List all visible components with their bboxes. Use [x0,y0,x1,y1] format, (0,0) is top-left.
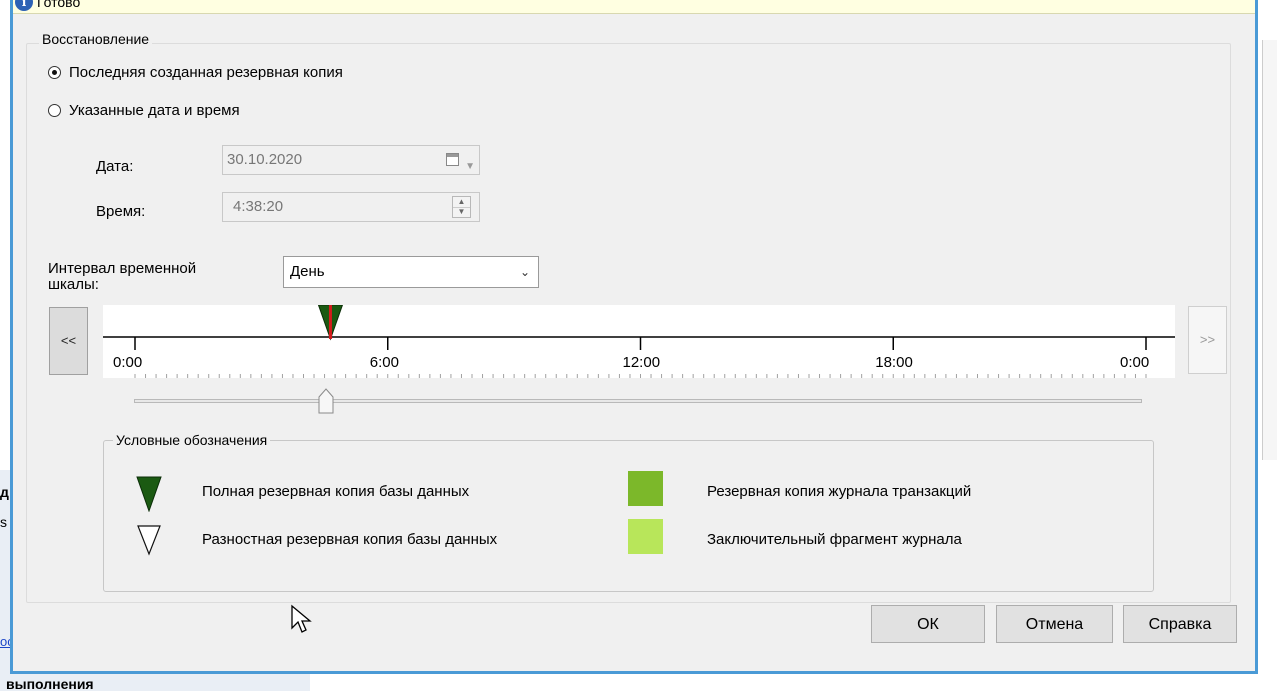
timeline-prev-button[interactable]: << [49,307,88,375]
timeline-tick-label: 12:00 [622,354,661,371]
tail-log-swatch [628,519,663,554]
restore-group-title: Восстановление [39,30,153,48]
timeline-tick-label: 0:00 [1120,354,1150,371]
legend-group: Условные обозначения [103,431,1154,592]
date-picker[interactable]: 30.10.2020 ▼ [222,145,480,175]
legend-diff-backup: Разностная резервная копия базы данных [202,531,498,548]
legend-title: Условные обозначения [113,431,271,449]
radio-latest-label: Последняя созданная резервная копия [69,64,343,81]
timeline-tick-label: 0:00 [113,354,143,371]
interval-select-value: День [290,263,325,280]
chevron-down-icon[interactable]: ▼ [465,153,475,181]
interval-label-line2: шкалы: [48,276,99,293]
full-backup-icon [136,476,162,512]
ok-button[interactable]: ОК [871,605,985,643]
time-spinner[interactable]: 4:38:20 ▲ ▼ [222,192,480,222]
timeline-next-button[interactable]: >> [1188,306,1227,374]
diff-backup-icon [137,525,161,556]
spin-down-icon[interactable]: ▼ [453,207,470,217]
status-bar: i Готово [13,0,1255,14]
time-value: 4:38:20 [233,198,284,215]
interval-label-line1: Интервал временной [48,260,197,277]
date-label: Дата: [96,158,134,175]
info-icon: i [15,0,33,11]
help-button[interactable]: Справка [1123,605,1237,643]
time-spin-buttons[interactable]: ▲ ▼ [452,196,471,218]
status-text: Готово [37,0,81,10]
radio-latest-backup[interactable]: Последняя созданная резервная копия [48,64,343,81]
time-label: Время: [96,203,146,220]
legend-log-backup: Резервная копия журнала транзакций [707,483,972,500]
timeline-slider-thumb[interactable] [318,388,334,414]
chevron-down-icon: ⌄ [519,265,530,279]
background-item: д [0,484,9,500]
radio-specific-datetime[interactable]: Указанные дата и время [48,102,240,119]
log-backup-swatch [628,471,663,506]
mouse-cursor-icon [291,604,312,633]
radio-specific-label: Указанные дата и время [69,102,240,119]
calendar-icon[interactable] [446,153,459,166]
background-scrollbar [1262,40,1277,460]
background-item: выполнения [6,676,94,692]
interval-label: Интервал временной шкалы: [48,261,196,293]
cancel-button[interactable]: Отмена [996,605,1113,643]
background-item: s [0,514,7,530]
timeline-slider-track[interactable] [134,399,1142,403]
interval-select[interactable]: День ⌄ [283,256,539,288]
radio-specific-indicator[interactable] [48,104,61,117]
date-value: 30.10.2020 [227,151,303,168]
legend-full-backup: Полная резервная копия базы данных [202,483,470,500]
legend-tail-log: Заключительный фрагмент журнала [707,531,962,548]
timeline-tick-label: 18:00 [875,354,913,371]
radio-latest-indicator[interactable] [48,66,61,79]
timeline-tick-label: 6:00 [369,354,399,371]
